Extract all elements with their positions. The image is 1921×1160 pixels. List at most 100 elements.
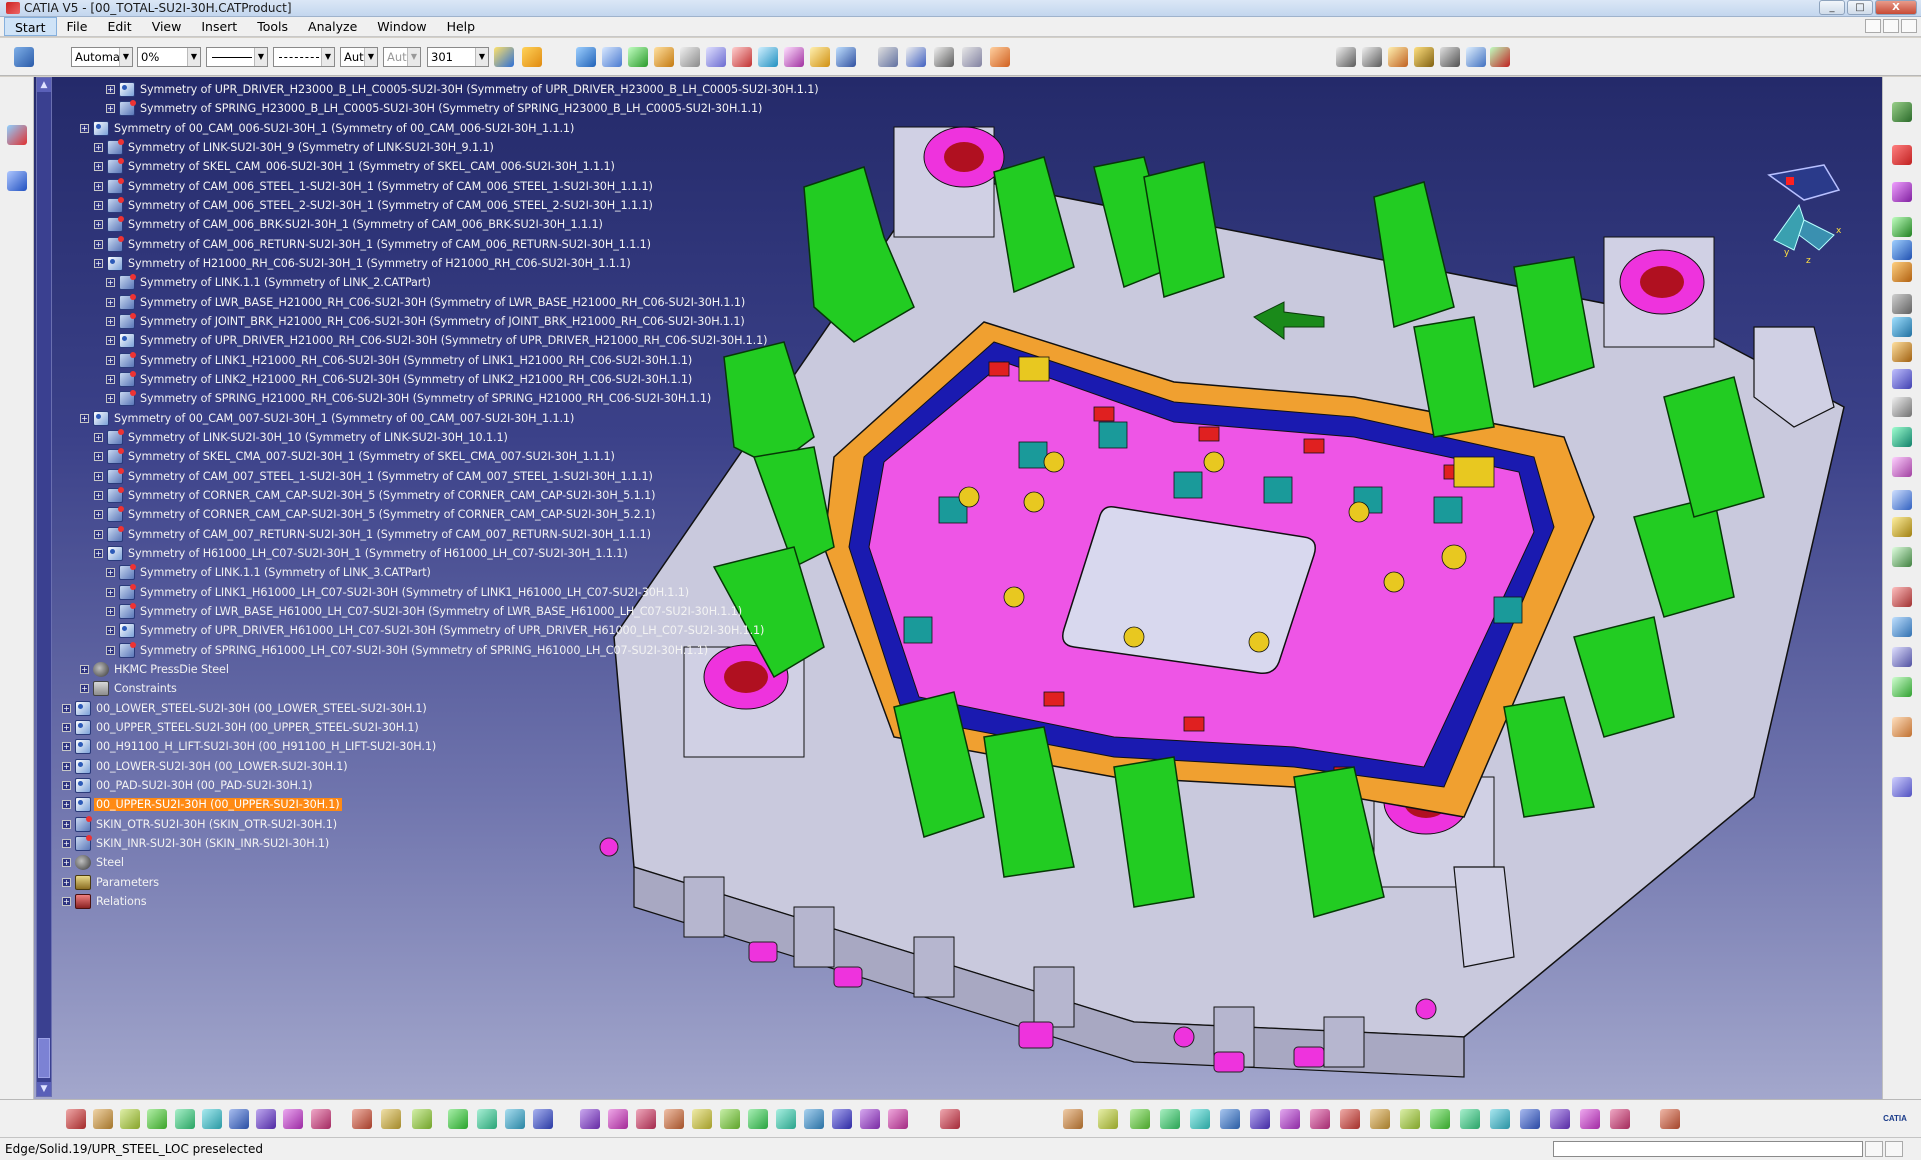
whats-this-icon[interactable]: [311, 1109, 331, 1129]
doc-restore-icon[interactable]: [1883, 19, 1899, 33]
constraint-icon[interactable]: [1190, 1109, 1210, 1129]
tree-expander-icon[interactable]: +: [94, 548, 103, 558]
tree-node[interactable]: + Symmetry of LWR_BASE_H61000_LH_C07-SU2I…: [106, 602, 744, 621]
status-power-input-icon[interactable]: [1865, 1141, 1883, 1157]
table-icon[interactable]: [448, 1109, 468, 1129]
tree-expander-icon[interactable]: +: [62, 858, 71, 868]
new-icon[interactable]: [66, 1109, 86, 1129]
tree-expander-icon[interactable]: +: [94, 510, 103, 520]
cut-icon[interactable]: [175, 1109, 195, 1129]
menu-insert[interactable]: Insert: [191, 17, 247, 36]
tree-node[interactable]: + Symmetry of SPRING_H23000_B_LH_C0005-SU…: [106, 99, 764, 118]
tree-expander-icon[interactable]: +: [94, 490, 103, 500]
line-thickness-combo[interactable]: ▼: [206, 47, 268, 67]
tree-expander-icon[interactable]: +: [106, 394, 115, 404]
kinematics-icon[interactable]: [1310, 1109, 1330, 1129]
formula-icon[interactable]: [352, 1109, 372, 1129]
bolt-icon[interactable]: [1388, 47, 1408, 67]
assembly-icon[interactable]: [1160, 1109, 1180, 1129]
swap-visible-icon[interactable]: [888, 1109, 908, 1129]
tree-expander-icon[interactable]: +: [106, 374, 115, 384]
tree-expander-icon[interactable]: +: [106, 626, 115, 636]
tree-node[interactable]: + Symmetry of SKEL_CAM_006-SU2I-30H_1 (Sy…: [94, 157, 617, 176]
compass-icon[interactable]: x y z: [1744, 155, 1854, 265]
tree-expander-icon[interactable]: +: [62, 761, 71, 771]
fix-constraint-icon[interactable]: [1892, 217, 1912, 237]
tree-node[interactable]: + Symmetry of UPR_DRIVER_H23000_B_LH_C000…: [106, 80, 821, 99]
copy-icon[interactable]: [202, 1109, 222, 1129]
rotate-icon[interactable]: [664, 1109, 684, 1129]
assembly-design-icon[interactable]: [7, 125, 27, 145]
menu-window[interactable]: Window: [367, 17, 436, 36]
replace-component-icon[interactable]: [680, 47, 700, 67]
tree-node[interactable]: + Symmetry of CORNER_CAM_CAP-SU2I-30H_5 (…: [94, 486, 657, 505]
tree-node[interactable]: + Symmetry of CORNER_CAM_CAP-SU2I-30H_5 (…: [94, 505, 657, 524]
tree-expander-icon[interactable]: +: [106, 297, 115, 307]
maximize-button[interactable]: □: [1847, 0, 1873, 15]
new-product-icon[interactable]: [602, 47, 622, 67]
tree-node[interactable]: + Symmetry of UPR_DRIVER_H21000_RH_C06-SU…: [106, 331, 769, 350]
multi-instantiation-icon[interactable]: [810, 47, 830, 67]
coincidence-constraint-icon[interactable]: [1892, 240, 1912, 260]
tree-node[interactable]: + Symmetry of CAM_006_STEEL_2-SU2I-30H_1 …: [94, 196, 655, 215]
point-type-combo[interactable]: Aut ▼: [340, 47, 378, 67]
tree-expander-icon[interactable]: +: [62, 780, 71, 790]
fast-multi-instantiation-icon[interactable]: [836, 47, 856, 67]
fit-all-icon[interactable]: [608, 1109, 628, 1129]
new-part-icon[interactable]: [628, 47, 648, 67]
multi-view-icon[interactable]: [776, 1109, 796, 1129]
compass-snap-icon[interactable]: [940, 1109, 960, 1129]
tree-expander-icon[interactable]: +: [62, 896, 71, 906]
tree-node[interactable]: + Relations: [62, 892, 148, 911]
tree-node[interactable]: + Symmetry of LINK2_H21000_RH_C06-SU2I-30…: [106, 370, 694, 389]
selective-load-icon[interactable]: [758, 47, 778, 67]
text-abc-icon[interactable]: [906, 47, 926, 67]
scroll-up-icon[interactable]: ▲: [37, 78, 51, 92]
snap-icon[interactable]: [1892, 547, 1912, 567]
menu-analyze[interactable]: Analyze: [298, 17, 367, 36]
manage-representations-icon[interactable]: [784, 47, 804, 67]
measure-icon[interactable]: [412, 1109, 432, 1129]
fly-mode-icon[interactable]: [580, 1109, 600, 1129]
settings-icon[interactable]: [1580, 1109, 1600, 1129]
tree-expander-icon[interactable]: +: [62, 722, 71, 732]
macro-icon[interactable]: [1460, 1109, 1480, 1129]
tree-node[interactable]: + Symmetry of LINK.1.1 (Symmetry of LINK_…: [106, 273, 433, 292]
tree-expander-icon[interactable]: +: [62, 877, 71, 887]
scroll-down-icon[interactable]: ▼: [37, 1082, 51, 1096]
tree-expander-icon[interactable]: +: [80, 664, 89, 674]
power-input-field[interactable]: [1553, 1141, 1863, 1157]
tree-expander-icon[interactable]: +: [62, 742, 71, 752]
cursor-icon[interactable]: [1892, 182, 1912, 202]
save-management-icon[interactable]: [1414, 47, 1434, 67]
tree-node[interactable]: + Symmetry of 00_CAM_006-SU2I-30H_1 (Symm…: [80, 119, 576, 138]
tree-expander-icon[interactable]: +: [62, 703, 71, 713]
print-icon[interactable]: [147, 1109, 167, 1129]
bom-export-icon[interactable]: [1520, 1109, 1540, 1129]
tree-scrollbar[interactable]: ▲ ▼: [36, 77, 52, 1097]
tree-expander-icon[interactable]: +: [94, 452, 103, 462]
tree-node[interactable]: + Symmetry of CAM_006_STEEL_1-SU2I-30H_1 …: [94, 177, 655, 196]
layer-combo[interactable]: 301 ▼: [427, 47, 489, 67]
law-icon[interactable]: [533, 1109, 553, 1129]
close-button[interactable]: X: [1875, 0, 1917, 15]
tree-expander-icon[interactable]: +: [106, 587, 115, 597]
tree-node[interactable]: + Symmetry of CAM_006_RETURN-SU2I-30H_1 (…: [94, 235, 653, 254]
format-brush-icon[interactable]: [522, 47, 542, 67]
bom-icon[interactable]: [1336, 47, 1356, 67]
tree-expander-icon[interactable]: +: [94, 181, 103, 191]
tree-node[interactable]: +00_UPPER-SU2I-30H (00_UPPER-SU2I-30H.1): [62, 795, 342, 814]
tree-node[interactable]: + Parameters: [62, 873, 161, 892]
contact-constraint-icon[interactable]: [1892, 262, 1912, 282]
minimize-button[interactable]: _: [1819, 0, 1845, 15]
catalog-icon[interactable]: [1490, 47, 1510, 67]
menu-help[interactable]: Help: [437, 17, 486, 36]
menu-start[interactable]: Start: [4, 17, 57, 36]
tree-node[interactable]: + Symmetry of SPRING_H61000_LH_C07-SU2I-3…: [106, 641, 710, 660]
surface-icon[interactable]: [1280, 1109, 1300, 1129]
clash-detect-icon[interactable]: [1610, 1109, 1630, 1129]
shading-icon[interactable]: [832, 1109, 852, 1129]
analysis-icon[interactable]: [477, 1109, 497, 1129]
render-export-icon[interactable]: [1550, 1109, 1570, 1129]
part-design-icon[interactable]: [1130, 1109, 1150, 1129]
